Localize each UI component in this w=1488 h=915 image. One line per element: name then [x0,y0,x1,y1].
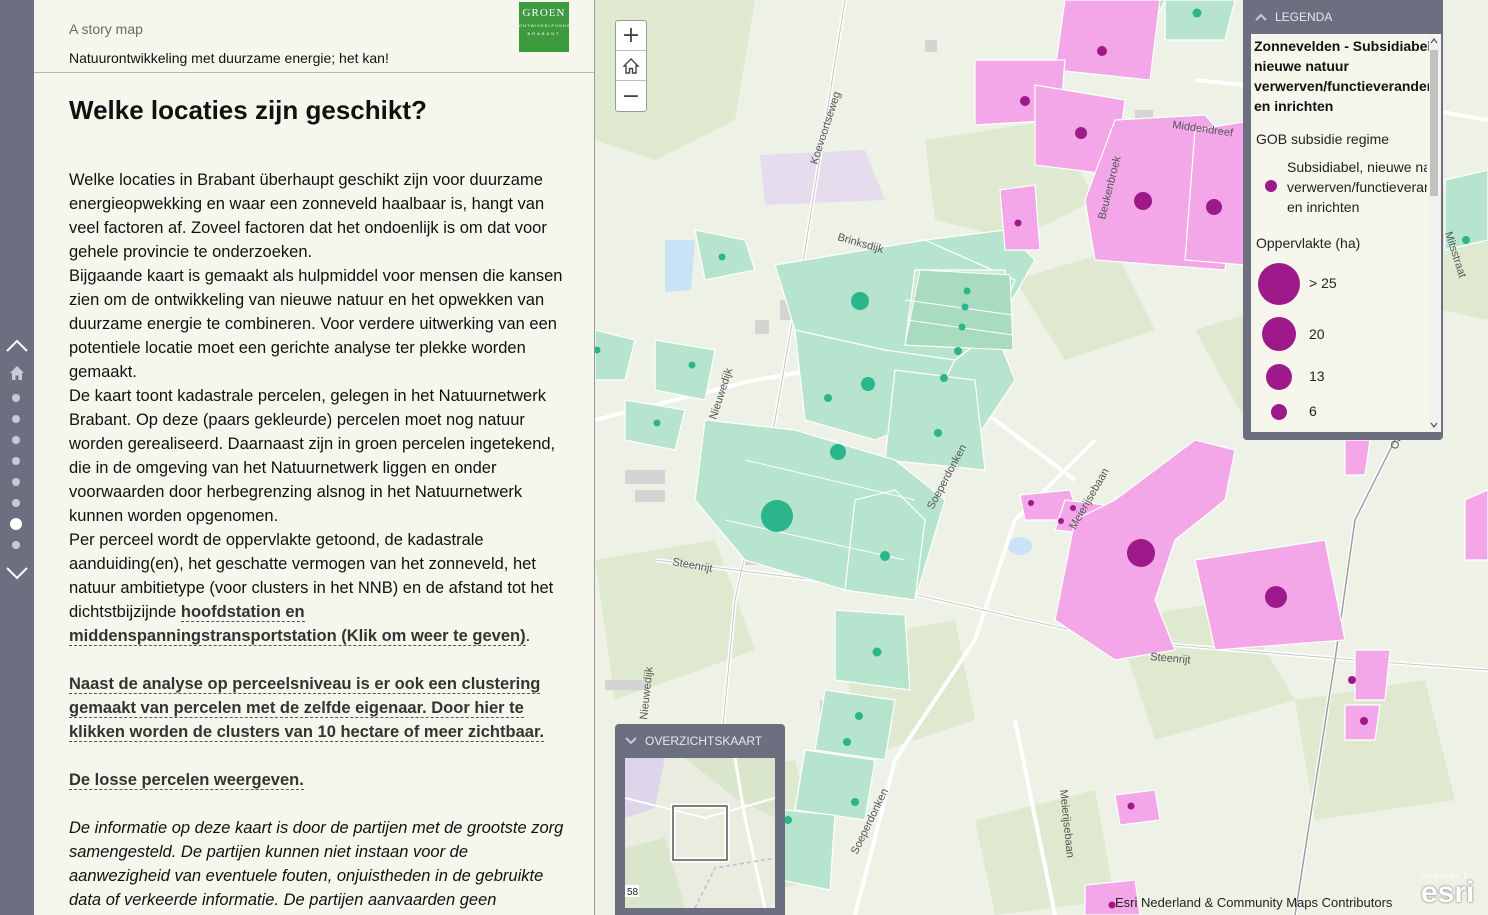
panel-header: A story map Natuurontwikkeling met duurz… [34,0,594,73]
solar-field-marker[interactable] [1127,539,1155,567]
green-parcel-marker[interactable] [861,377,875,391]
overview-toggle[interactable]: OVERZICHTSKAART [615,724,785,758]
legend-layer-title: Zonnevelden - Subsidiabel nieuwe natuur … [1254,38,1429,114]
paragraph-4: Per perceel wordt de oppervlakte getoond… [69,531,554,646]
story-map-app: A story map Natuurontwikkeling met duurz… [0,0,1488,915]
clusters-link[interactable]: Naast de analyse op perceelsniveau is er… [69,675,545,742]
chevron-down-icon [625,737,637,745]
solar-field-marker[interactable] [1206,199,1222,215]
legend-field-regime: GOB subsidie regime [1256,131,1390,147]
section-navigation [0,0,34,915]
legend-title: LEGENDA [1275,10,1333,24]
green-parcel-marker[interactable] [718,253,726,261]
section-nav-dot[interactable] [12,394,20,402]
zoom-out-button[interactable]: − [616,81,646,111]
zoom-controls: + − [615,20,647,112]
legend-size-label: > 25 [1309,275,1337,291]
green-parcel-marker[interactable] [830,444,846,460]
section-content: Welke locaties zijn geschikt? Welke loca… [69,92,569,915]
section-nav-dot[interactable] [12,436,20,444]
green-parcel-marker[interactable] [761,500,793,532]
green-parcel-marker[interactable] [961,303,969,311]
legend-size-symbol [1271,404,1287,420]
solar-field-marker[interactable] [1348,676,1356,684]
home-icon[interactable] [9,365,25,381]
section-nav-dot[interactable] [10,518,22,530]
legend-panel: LEGENDA Zonnevelden - Subsidiabel nieuwe… [1243,0,1443,440]
green-parcel-marker[interactable] [843,738,851,746]
legend-size-label: 6 [1309,403,1317,419]
groen-ontwikkelfonds-logo[interactable]: GROEN ONTWIKKELFONDS BRABANT [519,2,570,52]
legend-size-symbol [1266,364,1292,390]
paragraph-3: De kaart toont kadastrale percelen, gele… [69,387,556,525]
solar-field-marker[interactable] [1028,500,1034,506]
solar-field-marker[interactable] [1014,219,1022,227]
green-parcel-marker[interactable] [934,429,942,437]
solar-field-marker[interactable] [1020,96,1030,106]
legend-symbol-label: Subsidiabel, nieuwe natuur verwerven/fun… [1287,159,1427,215]
green-parcel-marker[interactable] [958,323,966,331]
show-parcels-link[interactable]: De losse percelen weergeven. [69,771,304,790]
legend-size-symbol [1258,263,1300,305]
legend-size-symbol [1262,317,1296,351]
solar-field-marker[interactable] [1070,505,1076,511]
section-nav-dot[interactable] [12,457,20,465]
map-attribution[interactable]: Esri Nederland & Community Maps Contribu… [1115,895,1392,910]
section-nav-dot[interactable] [12,415,20,423]
section-nav-dot[interactable] [12,478,20,486]
paragraph-2: Bijgaande kaart is gemaakt als hulpmidde… [69,267,563,381]
green-parcel-marker[interactable] [851,292,869,310]
green-parcel-marker[interactable] [824,394,832,402]
legend-toggle[interactable]: LEGENDA [1243,0,1443,34]
solar-field-marker[interactable] [1058,518,1064,524]
green-parcel-marker[interactable] [880,551,890,561]
legend-symbol-dot [1265,180,1277,192]
solar-field-marker[interactable] [1097,46,1107,56]
home-icon [622,57,640,74]
green-parcel-marker[interactable] [963,287,971,295]
green-parcel-marker[interactable] [1192,8,1202,18]
map-view[interactable]: Koevoortseweg Brinksdijk Middendreef Beu… [595,0,1488,915]
paragraph-1: Welke locaties in Brabant überhaupt gesc… [69,171,547,261]
story-subtitle: Natuurontwikkeling met duurzame energie;… [69,50,389,66]
legend-scrollbar[interactable] [1429,36,1439,430]
overview-map-panel: OVERZICHTSKAART 58 [615,724,785,915]
overview-marker: 58 [627,887,639,898]
legend-field-area: Oppervlakte (ha) [1256,235,1361,251]
legend-size-label: 13 [1309,368,1325,384]
story-kicker: A story map [69,21,143,37]
green-parcel-marker[interactable] [940,374,948,382]
solar-field-marker[interactable] [1127,802,1135,810]
solar-field-marker[interactable] [1265,586,1287,608]
solar-field-marker[interactable] [1360,717,1368,725]
esri-logo[interactable]: POWERED BY esri [1421,872,1483,912]
green-parcel-marker[interactable] [872,647,882,657]
story-panel: A story map Natuurontwikkeling met duurz… [34,0,595,915]
green-parcel-marker[interactable] [851,798,859,806]
green-parcel-marker[interactable] [855,712,863,720]
chevron-up-icon [1255,13,1267,21]
default-extent-button[interactable] [616,51,646,81]
section-title: Welke locaties zijn geschikt? [69,95,427,125]
section-nav-dot[interactable] [12,541,20,549]
legend-size-label: 20 [1309,326,1325,342]
solar-field-marker[interactable] [1075,127,1087,139]
disclaimer: De informatie op deze kaart is door de p… [69,819,564,909]
solar-field-marker[interactable] [1134,192,1152,210]
green-parcel-marker[interactable] [954,347,962,355]
legend-content: Zonnevelden - Subsidiabel nieuwe natuur … [1251,34,1441,432]
overview-map[interactable]: 58 [625,758,775,908]
section-nav-dot[interactable] [12,499,20,507]
next-section-icon[interactable] [4,564,30,582]
green-parcel-marker[interactable] [653,419,661,427]
green-parcel-marker[interactable] [784,816,792,824]
zoom-in-button[interactable]: + [616,21,646,51]
overview-title: OVERZICHTSKAART [645,734,763,748]
overview-basemap: 58 [625,758,775,908]
previous-section-icon[interactable] [4,337,30,355]
green-parcel-marker[interactable] [1462,236,1470,244]
green-parcel-marker[interactable] [688,361,696,369]
